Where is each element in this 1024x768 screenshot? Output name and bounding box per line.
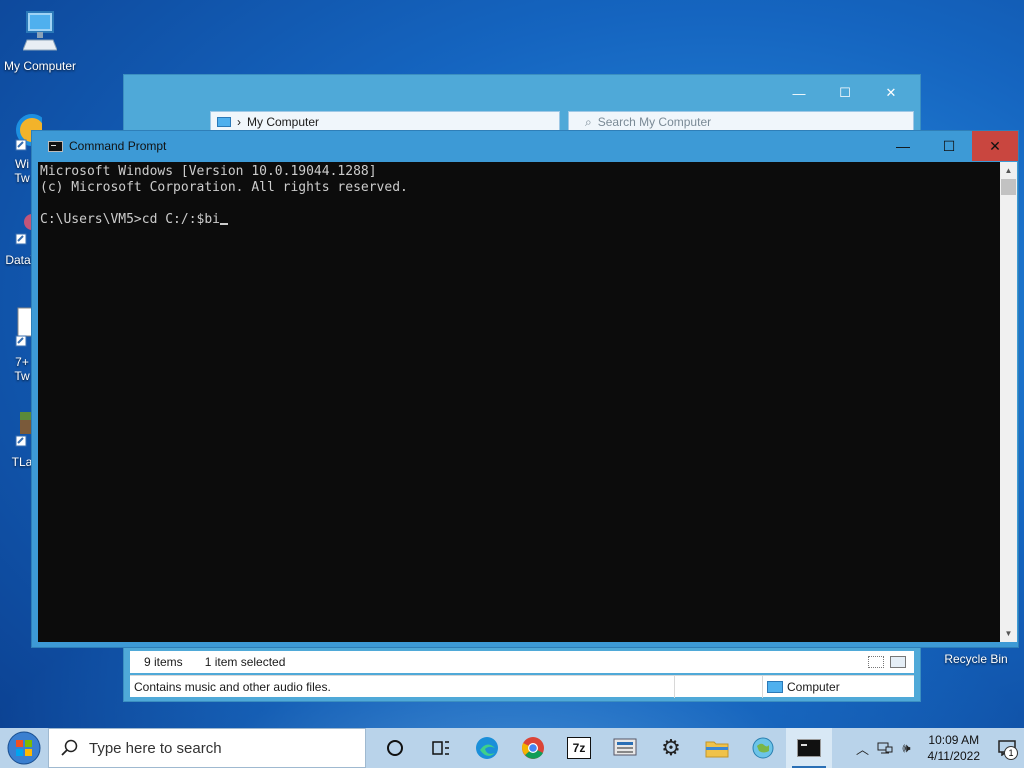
chevron-right-icon: › xyxy=(237,115,241,129)
taskbar-globe-app[interactable] xyxy=(740,728,786,768)
taskbar-command-prompt[interactable] xyxy=(786,728,832,768)
action-center-button[interactable]: 1 xyxy=(990,728,1024,768)
search-placeholder: Search My Computer xyxy=(597,115,712,129)
taskbar-search-box[interactable]: Type here to search xyxy=(48,728,366,768)
search-icon: ⌕ xyxy=(585,114,592,129)
selection-count: 1 item selected xyxy=(204,655,286,669)
taskbar-edge[interactable] xyxy=(464,728,510,768)
explorer-status-bar: 9 items 1 item selected xyxy=(130,651,914,673)
taskbar-settings[interactable]: ⚙ xyxy=(648,728,694,768)
explorer-caption-buttons: — ☐ ✕ xyxy=(776,79,914,107)
desktop-icon-my-computer[interactable]: My Computer xyxy=(2,10,78,73)
taskbar-network-tool[interactable] xyxy=(602,728,648,768)
7zip-icon: 7z xyxy=(567,737,591,759)
window-title: Command Prompt xyxy=(69,139,167,153)
minimize-button[interactable]: — xyxy=(776,79,822,107)
close-button[interactable]: ✕ xyxy=(868,79,914,107)
task-view-button[interactable] xyxy=(418,728,464,768)
console-line: Microsoft Windows [Version 10.0.19044.12… xyxy=(40,164,377,179)
desktop-icon-label: Recycle Bin xyxy=(944,652,1008,666)
notification-count-badge: 1 xyxy=(1004,746,1018,760)
cortana-icon xyxy=(387,740,403,756)
item-description: Contains music and other audio files. xyxy=(134,679,331,694)
computer-icon xyxy=(217,117,231,127)
cmd-titlebar[interactable]: Command Prompt — ☐ ✕ xyxy=(32,131,1018,161)
command-prompt-window[interactable]: Command Prompt — ☐ ✕ Microsoft Windows [… xyxy=(31,130,1019,648)
clock-time: 10:09 AM xyxy=(928,733,980,747)
console-line: (c) Microsoft Corporation. All rights re… xyxy=(40,180,408,195)
large-icons-view-icon[interactable] xyxy=(890,656,906,668)
windows-logo-icon xyxy=(7,731,41,765)
globe-app-icon xyxy=(752,737,774,759)
cortana-button[interactable] xyxy=(372,728,418,768)
window-controls: — ☐ ✕ xyxy=(880,131,1018,161)
taskbar-file-explorer[interactable] xyxy=(694,728,740,768)
network-tool-icon xyxy=(613,738,637,756)
settings-icon: ⚙ xyxy=(661,735,681,760)
computer-icon xyxy=(767,680,783,693)
scroll-down-arrow-icon[interactable]: ▼ xyxy=(1000,625,1017,642)
volume-icon[interactable]: 🕪 xyxy=(896,740,918,756)
clock-date: 4/11/2022 xyxy=(927,749,981,763)
details-view-icon[interactable] xyxy=(868,656,884,668)
taskbar-7zip[interactable]: 7z xyxy=(556,728,602,768)
console-output[interactable]: Microsoft Windows [Version 10.0.19044.12… xyxy=(38,162,1000,642)
minimize-button[interactable]: — xyxy=(880,131,926,161)
scroll-up-arrow-icon[interactable]: ▲ xyxy=(1000,162,1017,179)
taskbar-chrome[interactable] xyxy=(510,728,556,768)
location-label: Computer xyxy=(787,679,840,694)
desktop-icon-label: My Computer xyxy=(3,59,77,73)
command-prompt-icon xyxy=(48,140,63,152)
computer-icon xyxy=(2,10,78,57)
close-button[interactable]: ✕ xyxy=(972,131,1018,161)
item-count: 9 items xyxy=(144,655,183,669)
command-prompt-icon xyxy=(797,739,821,757)
maximize-button[interactable]: ☐ xyxy=(822,79,868,107)
edge-icon xyxy=(476,737,498,759)
task-view-icon xyxy=(432,741,449,755)
chrome-icon xyxy=(522,737,544,759)
text-cursor xyxy=(220,223,229,225)
explorer-details-bar: Contains music and other audio files. Co… xyxy=(130,675,914,698)
network-icon[interactable] xyxy=(874,741,896,755)
scroll-thumb[interactable] xyxy=(1001,179,1016,195)
address-text: My Computer xyxy=(247,115,320,129)
file-explorer-icon xyxy=(705,741,729,758)
start-button[interactable] xyxy=(0,728,48,768)
taskbar: Type here to search 7z ⚙ ︿ 🕪 10:09 AM 4/… xyxy=(0,728,1024,768)
console-input-line[interactable]: C:\Users\VM5>cd C:/:$bi xyxy=(40,212,998,228)
console-prompt-text: C:\Users\VM5>cd C:/:$bi xyxy=(40,212,221,227)
maximize-button[interactable]: ☐ xyxy=(926,131,972,161)
system-tray: ︿ 🕪 10:09 AM 4/11/2022 1 xyxy=(852,728,1024,768)
vertical-scrollbar[interactable]: ▲ ▼ xyxy=(1000,162,1017,642)
taskbar-apps: 7z ⚙ xyxy=(372,728,832,768)
search-placeholder: Type here to search xyxy=(89,739,222,757)
show-hidden-icons-chevron-up-icon[interactable]: ︿ xyxy=(852,739,874,758)
desktop-icon-recycle-bin[interactable]: Recycle Bin xyxy=(938,652,1014,666)
search-icon xyxy=(61,739,78,756)
clock[interactable]: 10:09 AM 4/11/2022 xyxy=(928,732,981,764)
